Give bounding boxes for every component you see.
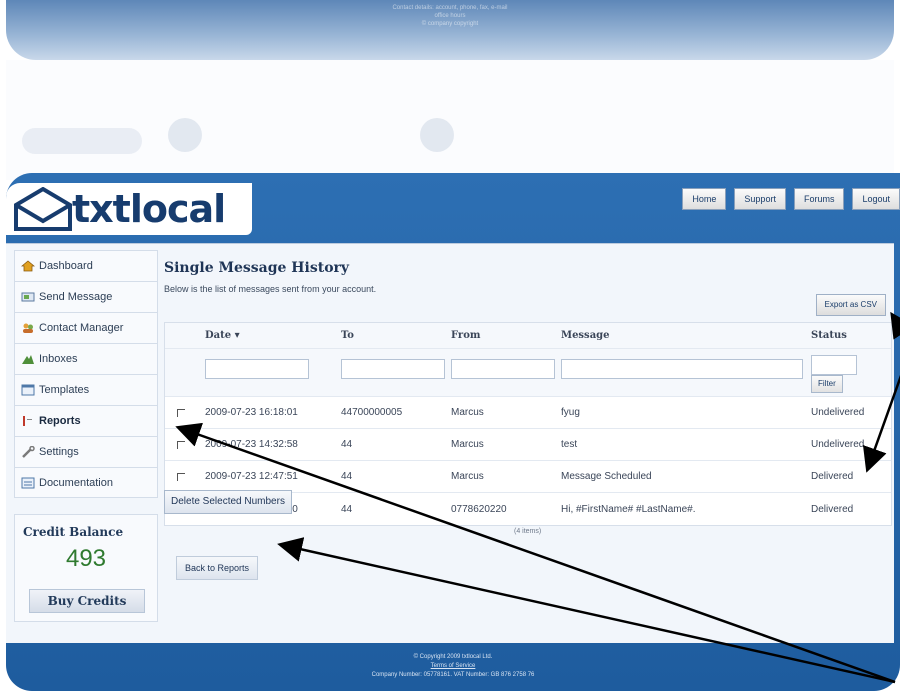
column-header-to[interactable]: To bbox=[341, 323, 354, 348]
cell-to: 44 bbox=[341, 503, 353, 515]
logo[interactable]: txtlocal bbox=[6, 183, 252, 235]
delete-selected-numbers-button[interactable]: Delete Selected Numbers bbox=[164, 490, 292, 514]
sidebar-item-inboxes[interactable]: Inboxes bbox=[14, 343, 158, 374]
sidebar-item-label: Settings bbox=[39, 446, 79, 458]
back-to-reports-button[interactable]: Back to Reports bbox=[176, 556, 259, 580]
export-csv-button[interactable]: Export as CSV bbox=[815, 294, 886, 316]
background-circle bbox=[420, 118, 454, 152]
footer-copyright: © Copyright 2009 txtlocal Ltd. bbox=[413, 654, 493, 660]
sidebar-item-settings[interactable]: Settings bbox=[14, 436, 158, 467]
cell-status: Delivered bbox=[811, 471, 854, 482]
cell-date: 2009-07-23 12:47:51 bbox=[205, 471, 298, 482]
background-button bbox=[22, 128, 142, 154]
cell-to: 44700000005 bbox=[341, 407, 403, 418]
table-row: 2009-07-23 14:32:58 44 Marcus test Undel… bbox=[165, 429, 891, 461]
cell-from: Marcus bbox=[451, 407, 484, 418]
cell-date: 2009-07-23 16:18:01 bbox=[205, 407, 298, 418]
cell-message: fyug bbox=[561, 407, 580, 418]
app-header: txtlocal Home Support Forums Logout bbox=[6, 173, 900, 243]
page-title: Single Message History bbox=[164, 260, 350, 276]
sidebar-item-reports[interactable]: Reports bbox=[14, 405, 158, 436]
send-message-icon bbox=[21, 292, 35, 302]
sidebar-item-contact-manager[interactable]: Contact Manager bbox=[14, 312, 158, 343]
row-checkbox[interactable] bbox=[177, 473, 185, 481]
buy-credits-button[interactable]: Buy Credits bbox=[29, 589, 145, 613]
table-row: 2009-07-23 12:47:51 44 Marcus Message Sc… bbox=[165, 461, 891, 493]
home-icon bbox=[21, 260, 35, 272]
nav-support-button[interactable]: Support bbox=[734, 188, 786, 210]
sidebar-item-label: Contact Manager bbox=[39, 322, 124, 334]
content-panel: Dashboard Send Message Contact Manager I… bbox=[6, 243, 894, 643]
background-line: © company copyright bbox=[421, 21, 479, 27]
footer-company-info: Company Number: 05778161. VAT Number: GB… bbox=[371, 672, 535, 678]
column-header-date[interactable]: Date ▾ bbox=[205, 323, 240, 348]
templates-icon bbox=[21, 384, 35, 396]
row-checkbox[interactable] bbox=[177, 409, 185, 417]
footer: © Copyright 2009 txtlocal Ltd. Terms of … bbox=[6, 647, 900, 691]
sidebar: Dashboard Send Message Contact Manager I… bbox=[14, 250, 158, 498]
filter-button[interactable]: Filter bbox=[811, 375, 843, 393]
sidebar-item-label: Documentation bbox=[39, 476, 113, 489]
date-filter-input[interactable] bbox=[205, 359, 309, 379]
table-header-row: Date ▾ To From Message Status bbox=[165, 323, 891, 349]
sidebar-item-label: Inboxes bbox=[39, 353, 78, 365]
envelope-logo-icon bbox=[14, 187, 72, 231]
credit-balance-value: 493 bbox=[65, 545, 107, 572]
nav-home-button[interactable]: Home bbox=[682, 188, 727, 210]
sidebar-item-documentation[interactable]: Documentation bbox=[14, 467, 158, 498]
cell-date: 2009-07-23 14:32:58 bbox=[205, 439, 298, 450]
cell-to: 44 bbox=[341, 439, 353, 450]
cell-status: Delivered bbox=[811, 503, 854, 515]
background-circle bbox=[168, 118, 202, 152]
background-line: Contact details: account, phone, fax, e-… bbox=[392, 5, 508, 11]
sidebar-item-label: Send Message bbox=[39, 291, 113, 303]
sidebar-item-send-message[interactable]: Send Message bbox=[14, 281, 158, 312]
to-filter-input[interactable] bbox=[341, 359, 445, 379]
sidebar-item-label: Dashboard bbox=[39, 260, 93, 272]
reports-icon bbox=[23, 416, 32, 426]
table-row: 2009-07-23 16:18:01 44700000005 Marcus f… bbox=[165, 397, 891, 429]
cell-message: test bbox=[561, 439, 578, 450]
background-content bbox=[6, 60, 894, 180]
column-header-from[interactable]: From bbox=[451, 323, 480, 348]
cell-from: Marcus bbox=[451, 439, 484, 450]
cell-from: 0778620220 bbox=[451, 503, 507, 515]
sidebar-item-label: Templates bbox=[39, 384, 90, 396]
credit-balance-box: Credit Balance 493 Buy Credits bbox=[14, 514, 158, 622]
nav-forums-button[interactable]: Forums bbox=[793, 188, 845, 210]
cell-status: Undelivered bbox=[811, 407, 865, 418]
page-description: Below is the list of messages sent from … bbox=[164, 284, 377, 294]
credit-balance-title: Credit Balance bbox=[23, 525, 124, 539]
cell-from: Marcus bbox=[451, 471, 484, 482]
status-filter-input[interactable] bbox=[811, 355, 857, 375]
terms-of-service-link[interactable]: Terms of Service bbox=[6, 662, 900, 671]
top-nav: Home Support Forums Logout bbox=[682, 188, 900, 210]
background-line: office hours bbox=[434, 13, 466, 19]
inbox-icon bbox=[22, 355, 34, 364]
message-filter-input[interactable] bbox=[561, 359, 803, 379]
from-filter-input[interactable] bbox=[451, 359, 555, 379]
app-window: txtlocal Home Support Forums Logout Dash… bbox=[6, 173, 900, 691]
background-header: Contact details: account, phone, fax, e-… bbox=[6, 0, 894, 60]
settings-icon bbox=[22, 446, 35, 458]
cell-to: 44 bbox=[341, 471, 353, 482]
contacts-icon bbox=[23, 323, 33, 333]
sidebar-item-templates[interactable]: Templates bbox=[14, 374, 158, 405]
items-count: (4 items) bbox=[514, 528, 542, 535]
documentation-icon bbox=[21, 477, 35, 488]
column-header-message[interactable]: Message bbox=[561, 323, 610, 348]
cell-status: Undelivered bbox=[811, 439, 865, 450]
sidebar-item-label: Reports bbox=[39, 415, 81, 427]
row-checkbox[interactable] bbox=[177, 441, 185, 449]
column-header-status[interactable]: Status bbox=[811, 323, 847, 348]
cell-message: Hi, #FirstName# #LastName#. bbox=[561, 503, 696, 515]
background-header-text: Contact details: account, phone, fax, e-… bbox=[6, 4, 894, 28]
main-content: Single Message History Below is the list… bbox=[164, 250, 892, 640]
nav-logout-button[interactable]: Logout bbox=[852, 188, 900, 210]
table-filter-row: Filter bbox=[165, 349, 891, 397]
cell-message: Message Scheduled bbox=[561, 471, 652, 482]
logo-text: txtlocal bbox=[72, 187, 226, 231]
sidebar-item-dashboard[interactable]: Dashboard bbox=[14, 250, 158, 281]
